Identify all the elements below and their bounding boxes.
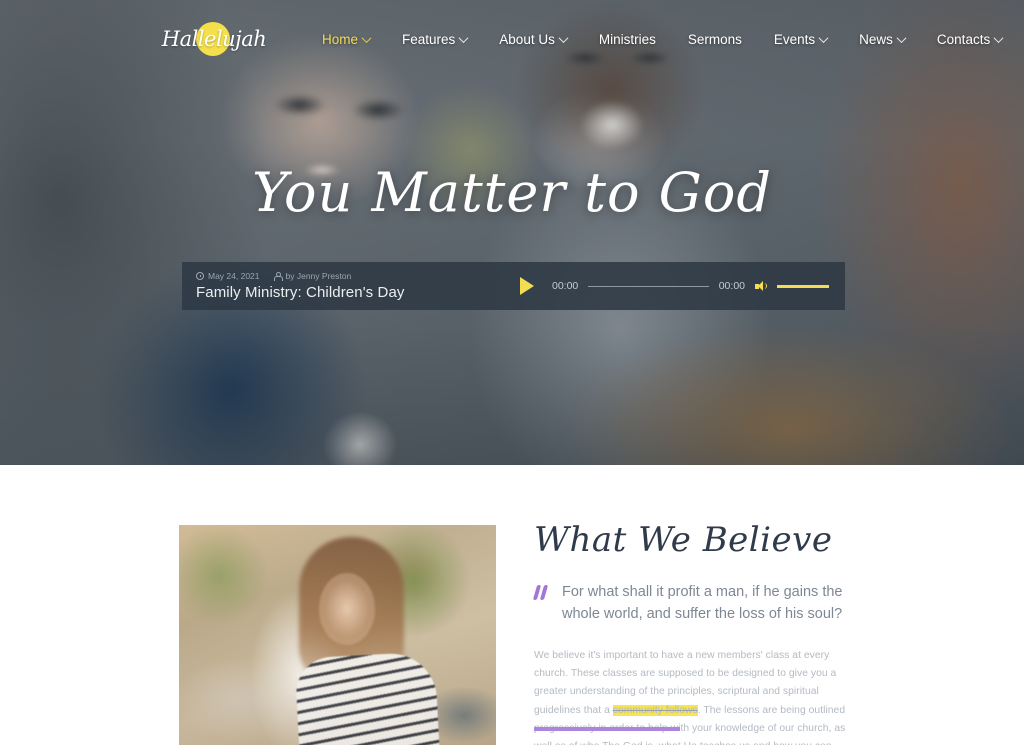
chevron-down-icon	[361, 32, 372, 43]
chevron-down-icon	[458, 32, 469, 43]
nav-item-features[interactable]: Features	[386, 18, 483, 60]
chevron-down-icon	[558, 32, 569, 43]
nav-item-label: About Us	[499, 31, 555, 47]
player-info: May 24, 2021 by Jenny Preston Family Min…	[182, 271, 512, 301]
nav-item-events[interactable]: Events	[758, 18, 843, 60]
nav-item-label: Features	[402, 31, 456, 47]
nav-item-label: Contacts	[936, 31, 991, 47]
player-meta: May 24, 2021 by Jenny Preston	[196, 271, 504, 282]
player-date-label: May 24, 2021	[208, 271, 260, 281]
believe-photo	[179, 525, 496, 745]
nav-item-label: Ministries	[598, 31, 656, 47]
hero-title: You Matter to God	[252, 161, 772, 224]
what-we-believe-section: What We Believe For what shall it profit…	[0, 465, 1024, 745]
speaker-wave	[764, 283, 767, 289]
photo-hair-detail	[299, 537, 404, 687]
chevron-down-icon	[896, 32, 907, 43]
nav-item-about-us[interactable]: About Us	[483, 18, 583, 60]
section-divider-bar	[534, 727, 680, 731]
page-root: Hallelujah Home Features About Us Minist…	[0, 0, 1024, 745]
audio-player: May 24, 2021 by Jenny Preston Family Min…	[182, 262, 845, 310]
photo-striped-shirt-detail	[294, 651, 440, 745]
speaker-icon[interactable]	[755, 280, 767, 292]
quote-icon	[532, 584, 549, 601]
nav-item-label: Events	[773, 31, 816, 47]
nav-item-ministries[interactable]: Ministries	[583, 18, 672, 60]
player-author-label: by Jenny Preston	[285, 271, 352, 281]
hero-section: Hallelujah Home Features About Us Minist…	[0, 0, 1024, 465]
believe-content: What We Believe For what shall it profit…	[532, 520, 854, 745]
nav-item-sermons[interactable]: Sermons	[672, 18, 758, 60]
believe-body-highlight[interactable]: community follows	[612, 704, 698, 716]
nav-item-home[interactable]: Home	[306, 18, 386, 60]
main-navigation: Hallelujah Home Features About Us Minist…	[0, 0, 1024, 78]
site-logo[interactable]: Hallelujah	[162, 18, 267, 60]
player-author: by Jenny Preston	[274, 271, 352, 282]
progress-slider[interactable]	[588, 285, 709, 287]
nav-item-label: News	[859, 31, 893, 47]
logo-text: Hallelujah	[161, 27, 267, 51]
player-controls: 00:00 00:00	[512, 277, 845, 295]
current-time: 00:00	[552, 280, 579, 292]
chevron-down-icon	[993, 32, 1004, 43]
user-icon	[274, 271, 283, 282]
clock-icon	[196, 272, 204, 280]
photo-face-detail	[319, 573, 375, 645]
player-track-title: Family Ministry: Children's Day	[196, 284, 405, 301]
believe-quote-text: For what shall it profit a man, if he ga…	[562, 583, 843, 622]
speaker-cone	[758, 281, 763, 291]
volume-slider[interactable]	[777, 284, 829, 288]
chevron-down-icon	[818, 32, 829, 43]
believe-quote: For what shall it profit a man, if he ga…	[532, 581, 854, 625]
nav-item-label: Sermons	[687, 31, 742, 47]
believe-heading: What We Believe	[534, 520, 833, 560]
nav-item-news[interactable]: News	[843, 18, 921, 60]
total-time: 00:00	[718, 280, 745, 292]
nav-item-label: Home	[322, 31, 359, 47]
nav-item-contacts[interactable]: Contacts	[921, 18, 1018, 60]
quote-stroke	[539, 584, 548, 600]
play-button[interactable]	[520, 277, 534, 295]
nav-menu: Home Features About Us Ministries Sermon…	[306, 12, 1024, 66]
player-date: May 24, 2021	[196, 271, 260, 281]
